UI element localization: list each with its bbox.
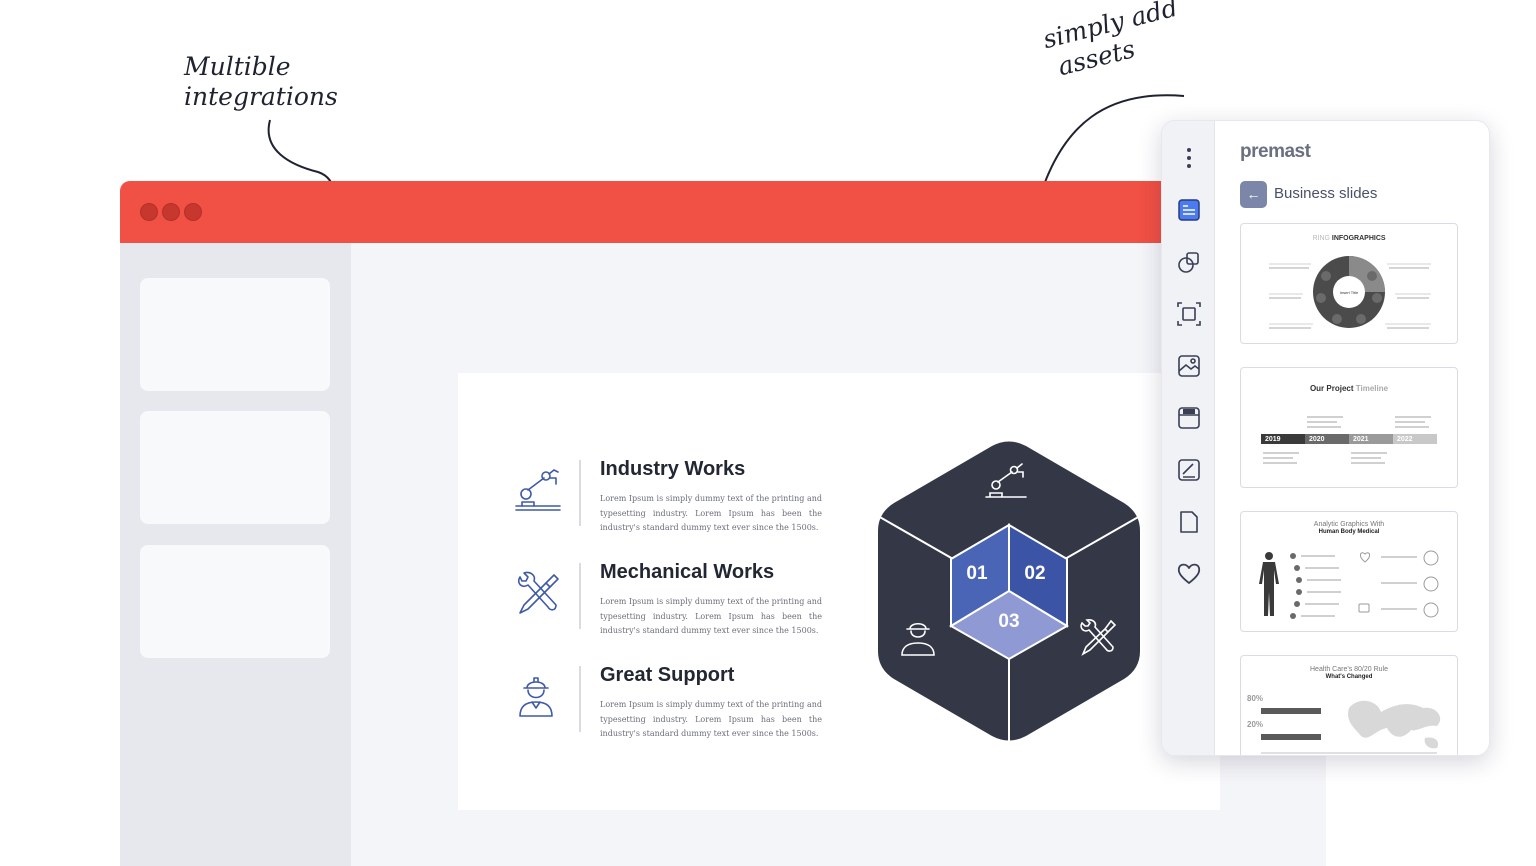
feature-divider [579, 563, 581, 629]
document-icon[interactable] [1176, 509, 1202, 535]
back-button[interactable]: ← [1240, 181, 1267, 208]
brand-logo: premast [1240, 141, 1311, 162]
annotation-integrations: Multible integrations [184, 52, 338, 112]
window-close-button[interactable] [140, 203, 158, 221]
feature-title: Great Support [600, 664, 735, 686]
assets-panel: premast ← Business slides RING INFOGRAPH… [1161, 120, 1490, 756]
annotation-line: integrations [184, 82, 338, 111]
gif-icon[interactable] [1176, 405, 1202, 431]
feature-title: Industry Works [600, 458, 746, 480]
cube-label-01: 01 [966, 563, 988, 584]
timeline-text-preview [1263, 416, 1431, 464]
more-vertical-icon[interactable] [1176, 145, 1202, 171]
feature-item: Mechanical Works Lorem Ipsum is simply d… [514, 561, 824, 641]
ring-center-label: Insert Title [1339, 290, 1359, 295]
browser-titlebar [120, 181, 1326, 243]
feature-text: Lorem Ipsum is simply dummy text of the … [600, 700, 822, 739]
feature-title: Mechanical Works [600, 561, 775, 583]
image-icon[interactable] [1176, 353, 1202, 379]
robot-arm-icon [515, 469, 561, 511]
wrench-screwdriver-icon [517, 571, 559, 614]
slide-template-thumbnail[interactable]: RING INFOGRAPHICS Insert Title [1240, 223, 1458, 344]
feature-item: Industry Works Lorem Ipsum is simply dum… [514, 458, 824, 538]
annotation-assets: simply add assets [1040, 0, 1188, 84]
slide-template-thumbnail[interactable]: Analytic Graphics With Human Body Medica… [1240, 511, 1458, 632]
feature-divider [579, 460, 581, 526]
world-map-preview [1261, 700, 1441, 754]
slide-thumbnail-placeholder[interactable] [140, 278, 330, 391]
human-body-preview [1259, 550, 1439, 619]
slide-template-thumbnail[interactable]: Health Care's 80/20 Rule What's Changed … [1240, 655, 1458, 755]
heart-icon[interactable] [1176, 561, 1202, 587]
slide-template-thumbnail[interactable]: Our Project Timeline 2019 2020 2021 2022 [1240, 367, 1458, 488]
assets-rail [1162, 121, 1215, 755]
browser-window: Industry Works Lorem Ipsum is simply dum… [120, 181, 1326, 866]
slide-thumbnail-placeholder[interactable] [140, 545, 330, 658]
feature-text: Lorem Ipsum is simply dummy text of the … [600, 597, 822, 636]
slide-sidebar [120, 243, 351, 866]
feature-divider [579, 666, 581, 732]
feature-text: Lorem Ipsum is simply dummy text of the … [600, 494, 822, 533]
hexagon-cube-graphic: 01 02 03 [877, 441, 1141, 741]
window-maximize-button[interactable] [184, 203, 202, 221]
chart-icon[interactable] [1176, 457, 1202, 483]
annotation-line: Multible [184, 52, 291, 81]
worker-icon [519, 677, 553, 717]
ring-infographic-preview [1269, 256, 1431, 329]
window-minimize-button[interactable] [162, 203, 180, 221]
panel-title: Business slides [1274, 185, 1378, 202]
cube-label-03: 03 [998, 611, 1019, 632]
feature-item: Great Support Lorem Ipsum is simply dumm… [514, 664, 824, 744]
cube-label-02: 02 [1024, 563, 1045, 584]
slide-thumbnail-placeholder[interactable] [140, 411, 330, 524]
shapes-icon[interactable] [1176, 249, 1202, 275]
slides-icon[interactable] [1176, 197, 1202, 223]
slide-canvas[interactable]: Industry Works Lorem Ipsum is simply dum… [458, 373, 1220, 810]
frame-icon[interactable] [1176, 301, 1202, 327]
